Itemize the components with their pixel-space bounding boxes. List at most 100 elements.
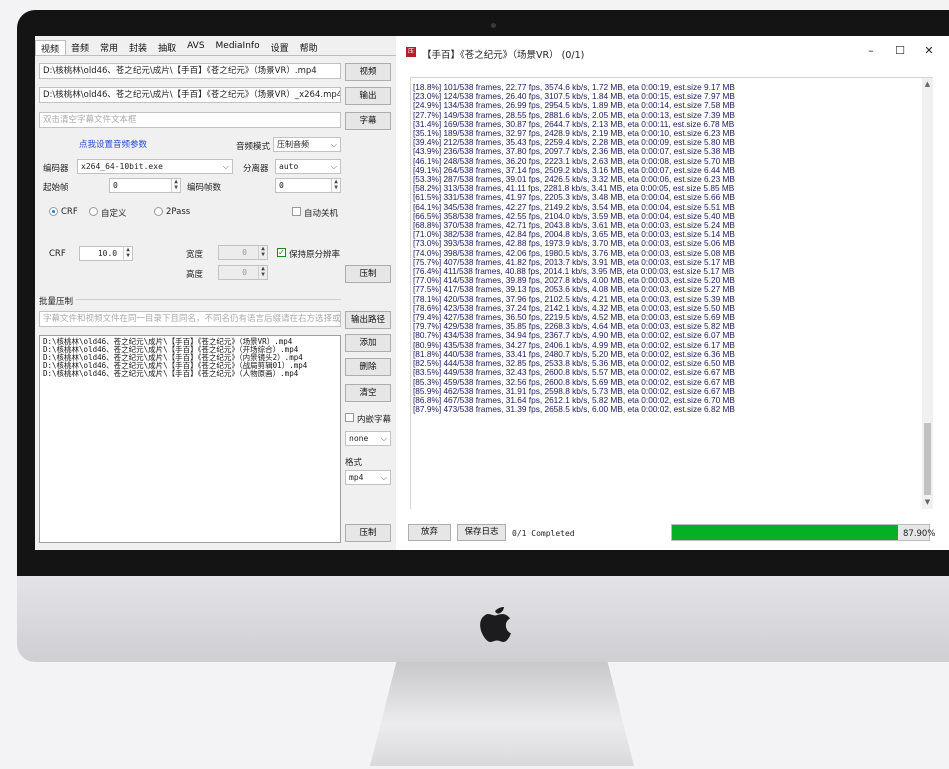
chevron-down-icon: ⌵ bbox=[222, 162, 229, 171]
camera-dot bbox=[491, 23, 496, 28]
scroll-up-icon[interactable]: ▲ bbox=[922, 80, 933, 88]
audio-mode-select[interactable]: 压制音频 ⌵ bbox=[273, 137, 341, 152]
tab-extract[interactable]: 抽取 bbox=[153, 40, 182, 55]
console-titlebar: 压 【手百】《苍之纪元》（场景VR） (0/1) – ☐ ✕ bbox=[396, 36, 949, 68]
encode-frames-value: 0 bbox=[279, 181, 284, 190]
embed-subtitle-checkbox[interactable] bbox=[345, 413, 354, 422]
apple-logo-icon bbox=[480, 607, 511, 642]
width-value: 0 bbox=[242, 248, 247, 257]
batch-group-divider bbox=[39, 299, 341, 300]
spinner-arrows-icon[interactable]: ▲ ▼ bbox=[258, 266, 267, 279]
compress-button[interactable]: 压制 bbox=[345, 265, 391, 283]
output-path-button[interactable]: 输出路径 bbox=[345, 311, 391, 329]
progress-console-window: 压 【手百】《苍之纪元》（场景VR） (0/1) – ☐ ✕ [18.8%] 1… bbox=[396, 36, 949, 550]
chevron-down-icon: ⌵ bbox=[330, 140, 337, 149]
tab-avs[interactable]: AVS bbox=[182, 40, 210, 55]
spinner-arrows-icon[interactable]: ▲ ▼ bbox=[258, 246, 267, 259]
height-value: 0 bbox=[242, 268, 247, 277]
scrollbar-thumb[interactable] bbox=[924, 423, 931, 495]
subtitle-field[interactable]: 双击清空字幕文件文本框 bbox=[39, 112, 341, 128]
encode-log: [18.8%] 101/538 frames, 22.77 fps, 3574.… bbox=[410, 77, 933, 509]
demuxer-select[interactable]: auto ⌵ bbox=[275, 159, 341, 174]
encode-frames-label: 编码帧数 bbox=[187, 183, 222, 193]
format-label: 格式 bbox=[345, 458, 363, 468]
progress-percent: 87.90% bbox=[903, 529, 936, 539]
log-line: [87.9%] 473/538 frames, 31.39 fps, 2658.… bbox=[413, 404, 735, 415]
log-scrollbar[interactable]: ▲ ▼ bbox=[922, 78, 933, 509]
scroll-down-icon[interactable]: ▼ bbox=[922, 498, 933, 506]
app-logo-icon: 压 bbox=[406, 47, 416, 57]
window-title: 【手百】《苍之纪元》（场景VR） (0/1) bbox=[422, 50, 585, 61]
subtitle-button[interactable]: 字幕 bbox=[345, 112, 391, 130]
minimize-icon[interactable]: – bbox=[864, 44, 878, 58]
spinner-arrows-icon[interactable]: ▲ ▼ bbox=[123, 247, 132, 260]
batch-label: 批量压制 bbox=[39, 295, 77, 307]
subtitle-language-value: none bbox=[349, 434, 369, 443]
demuxer-value: auto bbox=[279, 162, 299, 171]
batch-compress-button[interactable]: 压制 bbox=[345, 524, 391, 542]
tab-mediainfo[interactable]: MediaInfo bbox=[211, 40, 266, 55]
video-button[interactable]: 视频 bbox=[345, 63, 391, 81]
abort-button[interactable]: 放弃 bbox=[408, 524, 451, 541]
audio-mode-value: 压制音频 bbox=[277, 140, 309, 149]
crf-label: CRF bbox=[49, 249, 66, 259]
close-icon[interactable]: ✕ bbox=[922, 44, 936, 58]
width-label: 宽度 bbox=[186, 250, 204, 260]
chevron-down-icon: ⌵ bbox=[330, 162, 337, 171]
crf-radio[interactable] bbox=[49, 207, 58, 216]
width-input[interactable]: 0 ▲ ▼ bbox=[218, 245, 268, 260]
start-frame-label: 起始帧 bbox=[43, 183, 69, 193]
embed-subtitle-label: 内嵌字幕 bbox=[357, 415, 392, 425]
encode-frames-input[interactable]: 0 ▲ ▼ bbox=[275, 178, 341, 193]
auto-shutdown-checkbox[interactable] bbox=[292, 207, 301, 216]
encoder-app-window: 视频 音频 常用 封装 抽取 AVS MediaInfo 设置 帮助 D:\核桃… bbox=[35, 36, 397, 550]
batch-hint-field[interactable]: 字幕文件和视频文件在同一目录下且同名，不同名仍有语言后缀请在右方选择或输入 bbox=[39, 311, 341, 327]
tab-video[interactable]: 视频 bbox=[35, 40, 67, 55]
clear-button[interactable]: 清空 bbox=[345, 384, 391, 402]
tab-audio[interactable]: 音频 bbox=[66, 40, 95, 55]
maximize-icon[interactable]: ☐ bbox=[893, 44, 907, 58]
delete-button[interactable]: 删除 bbox=[345, 358, 391, 376]
subtitle-language-select[interactable]: none ⌵ bbox=[345, 431, 391, 446]
encoder-value: x264_64-10bit.exe bbox=[81, 162, 163, 171]
tab-settings[interactable]: 设置 bbox=[266, 40, 295, 55]
auto-shutdown-label: 自动关机 bbox=[304, 209, 339, 219]
batch-file-list[interactable]: D:\核桃林\old46、苍之纪元\成片\【手百】《苍之纪元》（场景VR）.mp… bbox=[39, 335, 341, 543]
output-path-field[interactable]: D:\核桃林\old46、苍之纪元\成片\【手百】《苍之纪元》（场景VR）_x2… bbox=[39, 87, 341, 103]
imac-stand bbox=[370, 662, 634, 766]
output-button[interactable]: 输出 bbox=[345, 87, 391, 105]
start-frame-input[interactable]: 0 ▲ ▼ bbox=[109, 178, 181, 193]
2pass-radio-label: 2Pass bbox=[166, 207, 191, 217]
chevron-down-icon: ⌵ bbox=[380, 473, 387, 482]
keep-ratio-checkbox[interactable]: ✓ bbox=[277, 248, 286, 257]
progress-bar bbox=[671, 524, 930, 541]
audio-mode-label: 音频模式 bbox=[236, 142, 271, 152]
keep-ratio-label: 保持原分辨率 bbox=[289, 250, 341, 260]
list-item[interactable]: D:\核桃林\old46、苍之纪元\成片\【手百】《苍之纪元》（人物原画）.mp… bbox=[43, 370, 337, 378]
completed-status: 0/1 Completed bbox=[512, 529, 575, 538]
console-statusbar: 放弃 保存日志 0/1 Completed 87.90% bbox=[396, 518, 949, 546]
crf-radio-label: CRF bbox=[61, 207, 78, 217]
input-path-field[interactable]: D:\核桃林\old46、苍之纪元\成片\【手百】《苍之纪元》（场景VR）.mp… bbox=[39, 63, 341, 79]
tab-common[interactable]: 常用 bbox=[95, 40, 124, 55]
save-log-button[interactable]: 保存日志 bbox=[457, 524, 506, 541]
custom-radio-label: 自定义 bbox=[101, 209, 127, 219]
crf-value: 10.0 bbox=[97, 249, 118, 258]
crf-input[interactable]: 10.0 ▲ ▼ bbox=[79, 246, 133, 261]
demuxer-label: 分离器 bbox=[243, 164, 269, 174]
2pass-radio[interactable] bbox=[154, 207, 163, 216]
spinner-arrows-icon[interactable]: ▲ ▼ bbox=[331, 179, 340, 192]
chevron-down-icon: ⌵ bbox=[380, 434, 387, 443]
audio-settings-link[interactable]: 点我设置音频参数 bbox=[79, 138, 147, 150]
tab-help[interactable]: 帮助 bbox=[295, 40, 324, 55]
spinner-arrows-icon[interactable]: ▲ ▼ bbox=[171, 179, 180, 192]
start-frame-value: 0 bbox=[113, 181, 118, 190]
custom-radio[interactable] bbox=[89, 207, 98, 216]
tab-mux[interactable]: 封装 bbox=[124, 40, 153, 55]
encoder-select[interactable]: x264_64-10bit.exe ⌵ bbox=[77, 159, 233, 174]
height-input[interactable]: 0 ▲ ▼ bbox=[218, 265, 268, 280]
format-select[interactable]: mp4 ⌵ bbox=[345, 470, 391, 485]
height-label: 高度 bbox=[186, 270, 204, 280]
add-button[interactable]: 添加 bbox=[345, 334, 391, 352]
progress-bar-fill bbox=[672, 525, 898, 540]
